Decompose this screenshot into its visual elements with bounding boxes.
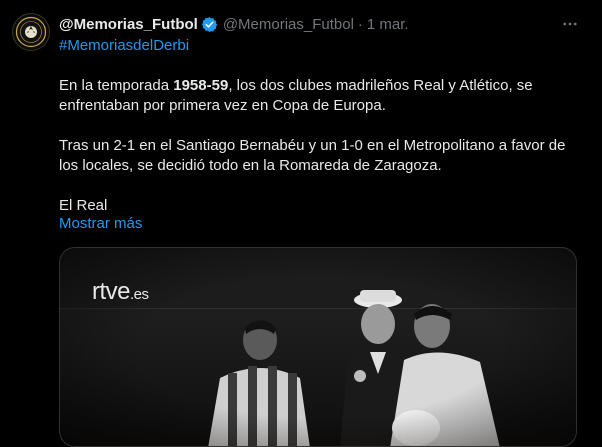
media-video[interactable]: rtve.es bbox=[59, 247, 577, 447]
club-crest-icon bbox=[15, 16, 47, 48]
rtve-watermark-suffix: .es bbox=[130, 286, 149, 303]
more-options-icon[interactable] bbox=[558, 14, 582, 34]
author-name[interactable]: @Memorias_Futbol bbox=[59, 16, 198, 33]
hashtag-link[interactable]: #MemoriasdelDerbi bbox=[59, 36, 189, 56]
rtve-watermark: rtve.es bbox=[92, 278, 149, 306]
tweet-date[interactable]: 1 mar. bbox=[367, 16, 409, 33]
show-more-link[interactable]: Mostrar más bbox=[59, 214, 142, 234]
paragraph-2: Tras un 2-1 en el Santiago Bernabéu y un… bbox=[59, 137, 566, 174]
separator-dot: · bbox=[357, 15, 363, 33]
paragraph-1-start: En la temporada bbox=[59, 77, 174, 94]
season-bold: 1958-59 bbox=[173, 77, 229, 94]
verified-badge-icon bbox=[201, 16, 218, 33]
tweet-text: En la temporada 1958-59, los dos clubes … bbox=[59, 76, 579, 236]
rtve-watermark-main: rtve bbox=[92, 278, 131, 305]
avatar[interactable] bbox=[12, 13, 50, 51]
author-handle[interactable]: @Memorias_Futbol bbox=[223, 16, 354, 33]
paragraph-1: En la temporada 1958-59, los dos clubes … bbox=[59, 76, 579, 116]
paragraph-3: El Real bbox=[59, 197, 108, 214]
tweet-header: @Memorias_Futbol @Memorias_Futbol · 1 ma… bbox=[59, 14, 562, 34]
